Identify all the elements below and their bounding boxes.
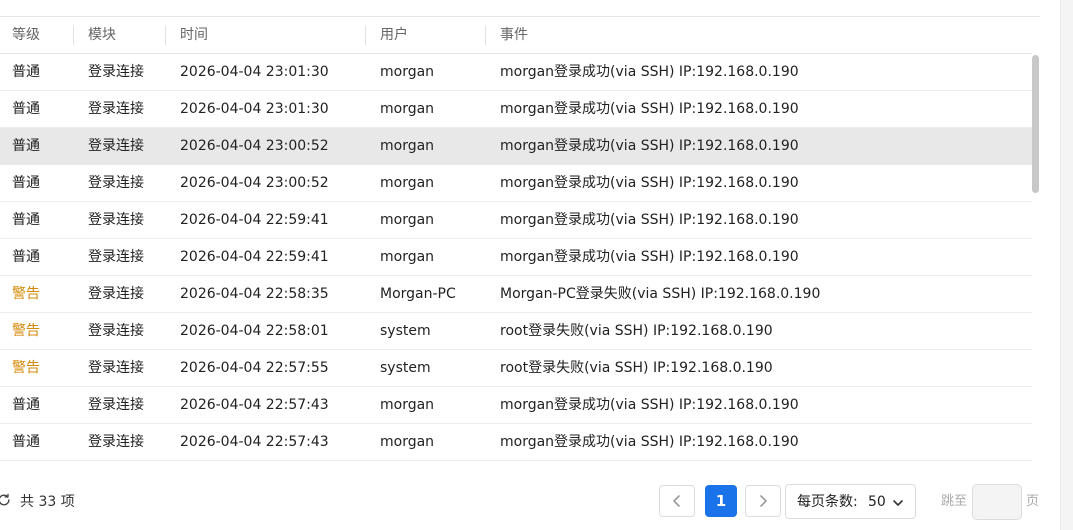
event-log-table: 等级 模块 时间 用户 事件 普通 登录连接 2026-04-04 23:01:30… (0, 17, 1032, 461)
row-event: morgan登录成功(via SSH) IP:192.168.0.190 (500, 138, 799, 154)
jump-to-label: 跳至 (941, 494, 968, 509)
row-user: morgan (380, 434, 435, 450)
row-time: 2026-04-04 22:57:55 (180, 360, 329, 376)
prev-page-button[interactable] (659, 485, 695, 517)
row-module: 登录连接 (88, 249, 144, 265)
column-resize-handle[interactable] (165, 26, 166, 45)
row-time: 2026-04-04 23:01:30 (180, 64, 329, 80)
row-time: 2026-04-04 22:59:41 (180, 249, 329, 265)
column-resize-handle[interactable] (73, 26, 74, 45)
row-module: 登录连接 (88, 212, 144, 228)
row-time: 2026-04-04 23:00:52 (180, 175, 329, 191)
row-user: morgan (380, 175, 435, 191)
table-row[interactable]: 普通 登录连接 2026-04-04 23:01:30 morgan morgan登录成… (0, 91, 1032, 128)
column-resize-handle[interactable] (485, 26, 486, 45)
table-row[interactable]: 警告 登录连接 2026-04-04 22:58:01 system root登录失败(… (0, 313, 1032, 350)
row-module: 登录连接 (88, 175, 144, 191)
row-user: morgan (380, 249, 435, 265)
table-row[interactable]: 警告 登录连接 2026-04-04 22:57:55 system root登录失败(… (0, 350, 1032, 387)
row-time: 2026-04-04 22:58:01 (180, 323, 329, 339)
page-size-label: 每页条数: (797, 494, 858, 510)
row-user: morgan (380, 212, 435, 228)
chevron-right-icon (760, 495, 767, 507)
row-module: 登录连接 (88, 64, 144, 80)
table-row[interactable]: 普通 登录连接 2026-04-04 23:00:52 morgan morgan登录成… (0, 128, 1032, 165)
row-level: 普通 (12, 434, 40, 450)
row-module: 登录连接 (88, 434, 144, 450)
row-user: system (380, 360, 431, 376)
page-size-select[interactable]: 每页条数: 50 (785, 484, 916, 519)
page-size-value: 50 (868, 494, 886, 510)
row-level: 警告 (12, 323, 40, 339)
refresh-icon[interactable] (0, 493, 11, 507)
row-level: 普通 (12, 249, 40, 265)
row-level: 警告 (12, 286, 40, 302)
row-time: 2026-04-04 23:00:52 (180, 138, 329, 154)
row-user: morgan (380, 64, 435, 80)
row-event: morgan登录成功(via SSH) IP:192.168.0.190 (500, 175, 799, 191)
row-user: morgan (380, 397, 435, 413)
row-event: morgan登录成功(via SSH) IP:192.168.0.190 (500, 64, 799, 80)
row-event: morgan登录成功(via SSH) IP:192.168.0.190 (500, 212, 799, 228)
row-level: 普通 (12, 101, 40, 117)
table-header: 等级 模块 时间 用户 事件 (0, 17, 1032, 54)
row-event: root登录失败(via SSH) IP:192.168.0.190 (500, 360, 773, 376)
row-module: 登录连接 (88, 138, 144, 154)
row-user: morgan (380, 138, 435, 154)
jump-page-input[interactable] (972, 484, 1022, 520)
row-time: 2026-04-04 22:59:41 (180, 212, 329, 228)
column-header-user[interactable]: 用户 (380, 17, 408, 54)
row-level: 警告 (12, 360, 40, 376)
row-module: 登录连接 (88, 360, 144, 376)
column-header-level[interactable]: 等级 (12, 17, 40, 54)
row-event: morgan登录成功(via SSH) IP:192.168.0.190 (500, 397, 799, 413)
table-row[interactable]: 普通 登录连接 2026-04-04 23:00:52 morgan morgan登录成… (0, 165, 1032, 202)
row-level: 普通 (12, 64, 40, 80)
right-gutter (1040, 0, 1060, 530)
row-time: 2026-04-04 22:57:43 (180, 434, 329, 450)
table-row[interactable]: 普通 登录连接 2026-04-04 22:57:43 morgan morgan登录成… (0, 424, 1032, 461)
row-time: 2026-04-04 22:58:35 (180, 286, 329, 302)
row-user: Morgan-PC (380, 286, 456, 302)
chevron-left-icon (673, 495, 680, 507)
table-scrollbar-thumb[interactable] (1032, 55, 1039, 193)
row-event: morgan登录成功(via SSH) IP:192.168.0.190 (500, 434, 799, 450)
row-event: Morgan-PC登录失败(via SSH) IP:192.168.0.190 (500, 286, 821, 302)
column-resize-handle[interactable] (365, 26, 366, 45)
row-event: root登录失败(via SSH) IP:192.168.0.190 (500, 323, 773, 339)
column-header-module[interactable]: 模块 (88, 17, 116, 54)
row-level: 普通 (12, 138, 40, 154)
current-page-button[interactable]: 1 (705, 485, 737, 517)
row-user: system (380, 323, 431, 339)
table-row[interactable]: 普通 登录连接 2026-04-04 22:59:41 morgan morgan登录成… (0, 239, 1032, 276)
chevron-down-icon (893, 500, 903, 506)
table-row[interactable]: 普通 登录连接 2026-04-04 22:59:41 morgan morgan登录成… (0, 202, 1032, 239)
row-time: 2026-04-04 22:57:43 (180, 397, 329, 413)
row-module: 登录连接 (88, 323, 144, 339)
row-user: morgan (380, 101, 435, 117)
pagination-bar: 共 33 项 1 每页条数: 50 跳至 页 (0, 482, 1060, 522)
row-event: morgan登录成功(via SSH) IP:192.168.0.190 (500, 249, 799, 265)
row-module: 登录连接 (88, 397, 144, 413)
row-module: 登录连接 (88, 286, 144, 302)
row-time: 2026-04-04 23:01:30 (180, 101, 329, 117)
row-level: 普通 (12, 175, 40, 191)
window-scrollbar[interactable] (1060, 0, 1073, 530)
table-row[interactable]: 普通 登录连接 2026-04-04 22:57:43 morgan morgan登录成… (0, 387, 1032, 424)
page-unit-label: 页 (1026, 494, 1040, 509)
row-level: 普通 (12, 397, 40, 413)
row-level: 普通 (12, 212, 40, 228)
table-row[interactable]: 警告 登录连接 2026-04-04 22:58:35 Morgan-PC Morgan… (0, 276, 1032, 313)
row-module: 登录连接 (88, 101, 144, 117)
total-count: 共 33 项 (20, 494, 75, 510)
table-row[interactable]: 普通 登录连接 2026-04-04 23:01:30 morgan morgan登录成… (0, 54, 1032, 91)
column-header-time[interactable]: 时间 (180, 17, 208, 54)
table-body: 普通 登录连接 2026-04-04 23:01:30 morgan morgan登录成… (0, 54, 1032, 461)
column-header-event[interactable]: 事件 (500, 17, 528, 54)
next-page-button[interactable] (745, 485, 781, 517)
row-event: morgan登录成功(via SSH) IP:192.168.0.190 (500, 101, 799, 117)
